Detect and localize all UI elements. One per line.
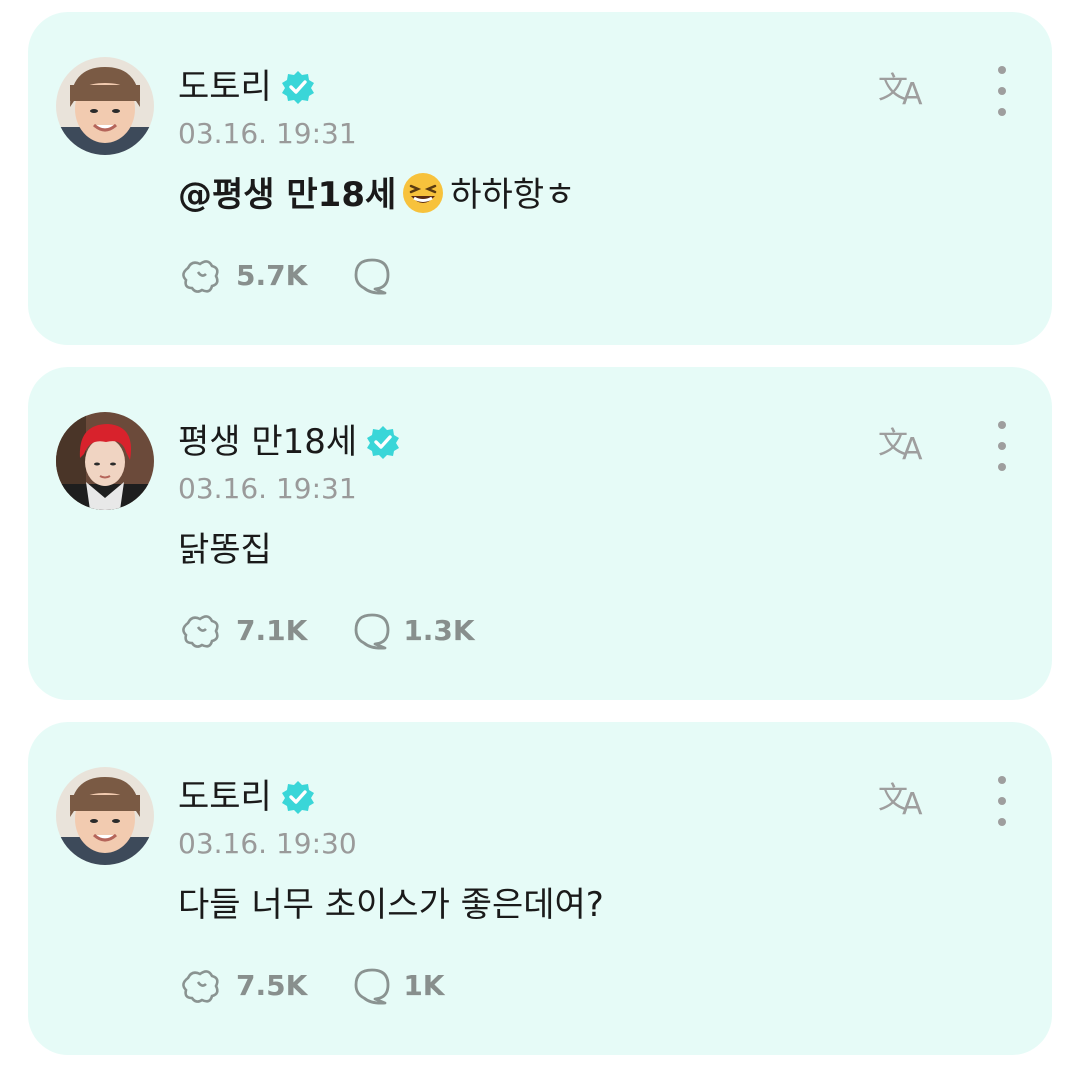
timestamp: 03.16. 19:31 (178, 472, 357, 505)
like-icon (182, 260, 219, 293)
comment-text: 닭똥집 (178, 527, 272, 573)
reply-button[interactable] (351, 256, 403, 296)
svg-text:A: A (902, 77, 923, 108)
grinning-squinting-face-emoji (402, 172, 444, 226)
comment-card: 도토리 03.16. 19:30 다들 너무 초이스가 좋은데여? 7.5K 1… (28, 722, 1052, 1055)
translate-button[interactable]: 文 A (876, 419, 936, 465)
verified-badge-icon (281, 71, 314, 104)
more-vertical-icon (998, 66, 1006, 74)
more-vertical-icon (998, 421, 1006, 429)
comment-body: 하하항ㅎ (450, 175, 576, 215)
reply-button[interactable]: 1K (351, 966, 445, 1006)
reply-bubble-icon (354, 258, 390, 295)
reply-bubble-icon (354, 613, 390, 650)
comment-card: 도토리 03.16. 19:31 @평생 만18세 하하항ㅎ 5.7K 文 A (28, 12, 1052, 345)
translate-icon: 文 A (878, 426, 923, 463)
translate-button[interactable]: 文 A (876, 64, 936, 110)
more-vertical-icon (998, 776, 1006, 784)
more-options-button[interactable] (984, 776, 1020, 826)
translate-icon: 文 A (878, 781, 923, 818)
avatar[interactable] (56, 57, 154, 155)
translate-icon: 文 A (878, 71, 923, 108)
reply-count: 1K (403, 969, 445, 1002)
reply-bubble-icon (354, 968, 390, 1005)
comment-text: 다들 너무 초이스가 좋은데여? (178, 882, 604, 928)
comment-text: @평생 만18세 하하항ㅎ (178, 172, 575, 226)
translate-button[interactable]: 文 A (876, 774, 936, 820)
author-name[interactable]: 도토리 (178, 64, 272, 110)
avatar[interactable] (56, 767, 154, 865)
like-count: 5.7K (236, 259, 308, 292)
more-options-button[interactable] (984, 421, 1020, 471)
like-count: 7.5K (236, 969, 308, 1002)
like-button[interactable]: 7.5K (178, 966, 307, 1006)
author-name[interactable]: 평생 만18세 (178, 419, 357, 465)
svg-text:A: A (902, 432, 923, 463)
mention-link[interactable]: @평생 만18세 (178, 175, 396, 215)
comment-body: 닭똥집 (178, 530, 272, 570)
avatar[interactable] (56, 412, 154, 510)
like-icon (182, 970, 219, 1003)
verified-badge-icon (281, 781, 314, 814)
like-count: 7.1K (236, 614, 308, 647)
comment-card: 평생 만18세 03.16. 19:31 닭똥집 7.1K 1.3K 文 A (28, 367, 1052, 700)
like-icon (182, 615, 219, 648)
comment-body: 다들 너무 초이스가 좋은데여? (178, 885, 604, 925)
like-button[interactable]: 7.1K (178, 611, 307, 651)
more-options-button[interactable] (984, 66, 1020, 116)
svg-text:A: A (902, 787, 923, 818)
reply-count: 1.3K (403, 614, 475, 647)
verified-badge-icon (367, 426, 400, 459)
like-button[interactable]: 5.7K (178, 256, 307, 296)
timestamp: 03.16. 19:31 (178, 117, 357, 150)
timestamp: 03.16. 19:30 (178, 827, 357, 860)
reply-button[interactable]: 1.3K (351, 611, 475, 651)
author-name[interactable]: 도토리 (178, 774, 272, 820)
